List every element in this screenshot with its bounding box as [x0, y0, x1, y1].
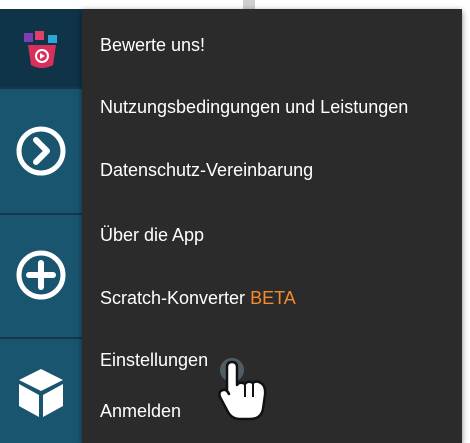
- menu-item-label: Einstellungen: [100, 349, 209, 370]
- tap-hand-cursor-icon: [218, 358, 267, 421]
- status-strip: [0, 0, 470, 9]
- menu-item-scratch-converter[interactable]: Scratch-Konverter BETA: [82, 266, 462, 330]
- menu-item-label: Datenschutz-Vereinbarung: [100, 159, 314, 180]
- menu-item-label: Scratch-Konverter: [100, 287, 246, 308]
- sidebar-logo-tile[interactable]: [0, 9, 82, 87]
- sidebar-projects-tile[interactable]: [0, 339, 82, 443]
- menu-item-terms[interactable]: Nutzungsbedingungen und Leistungen: [82, 75, 462, 139]
- beta-badge: BETA: [250, 287, 296, 308]
- menu-item-label: Über die App: [100, 224, 205, 245]
- app-logo-icon: [24, 31, 57, 68]
- play-icon: [16, 126, 66, 176]
- menu-item-label: Bewerte uns!: [100, 34, 206, 55]
- cube-icon: [19, 369, 63, 417]
- sidebar: [0, 9, 82, 443]
- menu-item-rate-us[interactable]: Bewerte uns!: [82, 13, 462, 77]
- menu-item-label: Nutzungsbedingungen und Leistungen: [100, 96, 409, 117]
- menu-item-label: Anmelden: [100, 400, 182, 421]
- menu-item-privacy[interactable]: Datenschutz-Vereinbarung: [82, 138, 462, 202]
- add-icon: [16, 250, 66, 300]
- menu-item-about[interactable]: Über die App: [82, 203, 462, 267]
- top-scroll-indicator: [243, 0, 255, 9]
- sidebar-new-tile[interactable]: [0, 215, 82, 337]
- sidebar-continue-tile[interactable]: [0, 89, 82, 213]
